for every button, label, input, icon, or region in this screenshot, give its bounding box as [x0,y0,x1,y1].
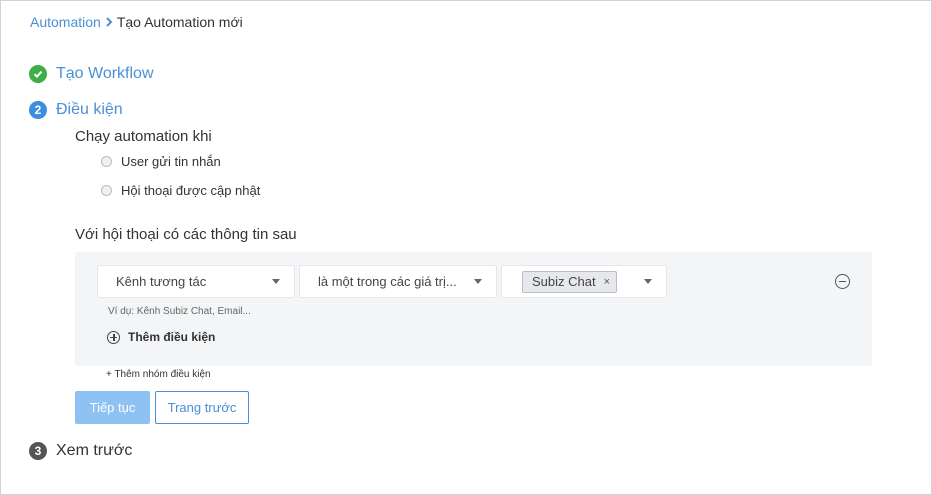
add-condition-label: Thêm điều kiện [128,330,216,344]
radio-button[interactable] [101,156,112,167]
step-preview[interactable]: 3 Xem trước [29,442,132,460]
previous-page-button[interactable]: Trang trước [155,391,249,424]
radio-button[interactable] [101,185,112,196]
check-circle-icon [29,65,47,83]
step-label: Điều kiện [56,101,123,118]
radio-user-sends-message[interactable]: User gửi tin nhắn [101,154,221,169]
step-label: Xem trước [56,442,133,459]
step-label: Tạo Workflow [56,65,154,82]
field-select[interactable]: Kênh tương tác [97,265,295,298]
breadcrumb: Automation Tạo Automation mới [30,13,243,31]
operator-select[interactable]: là một trong các giá trị... [299,265,497,298]
remove-condition-icon[interactable] [835,274,850,289]
step-create-workflow[interactable]: Tạo Workflow [29,65,154,83]
step-number-badge: 2 [29,101,47,119]
condition-hint: Ví dụ: Kênh Subiz Chat, Email... [108,306,251,317]
radio-conversation-updated[interactable]: Hội thoại được cập nhật [101,183,260,198]
step-conditions[interactable]: 2 Điều kiện [29,101,123,119]
value-tag-label: Subiz Chat [532,274,596,289]
condition-group: Kênh tương tác là một trong các giá trị.… [75,252,872,366]
value-select[interactable]: Subiz Chat × [501,265,667,298]
close-icon[interactable]: × [604,276,610,288]
plus-circle-icon [107,330,120,344]
radio-label: User gửi tin nhắn [121,154,221,169]
chevron-down-icon [644,279,652,284]
add-condition-group-link[interactable]: + Thêm nhóm điều kiện [106,369,211,380]
continue-button[interactable]: Tiếp tục [75,391,150,424]
operator-select-value: là một trong các giá trị... [318,274,457,289]
radio-label: Hội thoại được cập nhật [121,183,261,198]
step-number-badge: 3 [29,442,47,460]
chevron-down-icon [272,279,280,284]
field-select-value: Kênh tương tác [116,274,207,289]
trigger-title: Chạy automation khi [75,128,212,145]
chevron-down-icon [474,279,482,284]
chevron-right-icon [105,17,113,27]
conditions-title: Với hội thoại có các thông tin sau [75,226,297,243]
value-tag: Subiz Chat × [522,270,618,293]
add-condition-button[interactable]: Thêm điều kiện [107,330,215,344]
breadcrumb-current: Tạo Automation mới [116,14,243,30]
breadcrumb-link-automation[interactable]: Automation [30,13,101,31]
